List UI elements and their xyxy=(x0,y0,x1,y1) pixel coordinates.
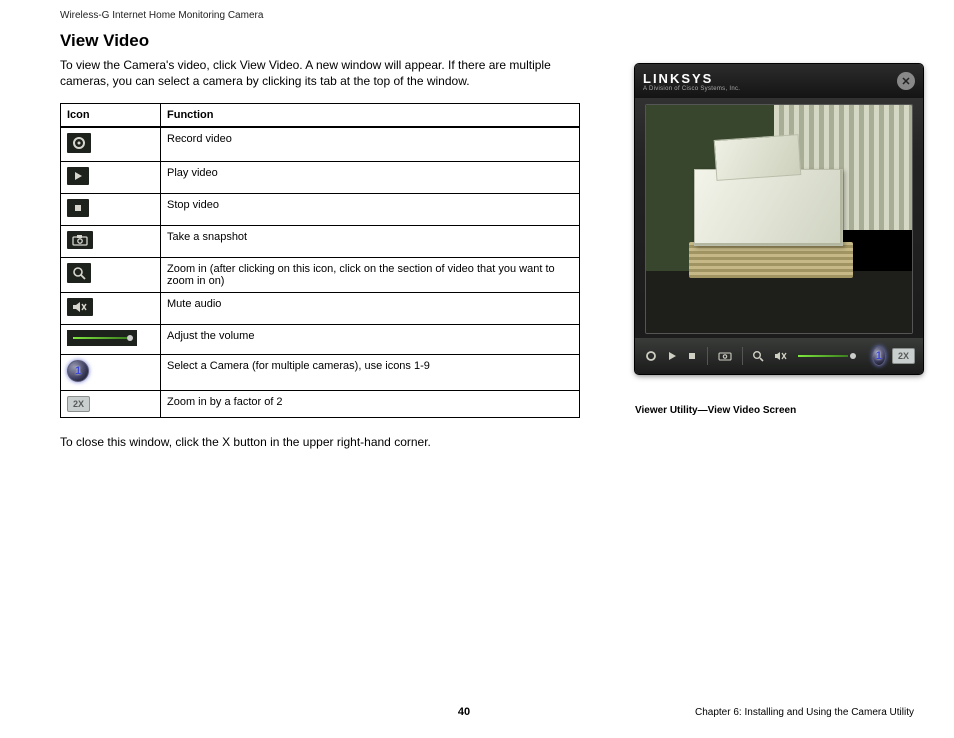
row-func: Zoom in (after clicking on this icon, cl… xyxy=(161,258,580,293)
volume-slider-icon xyxy=(67,330,137,346)
record-icon xyxy=(67,133,91,153)
zoom-icon xyxy=(67,263,91,283)
zoom-button[interactable] xyxy=(750,348,766,364)
section-title: View Video xyxy=(60,31,894,51)
mute-button[interactable] xyxy=(772,349,790,363)
icon-function-table: Icon Function Record video Play video xyxy=(60,103,580,418)
viewer-controls: 2X xyxy=(635,338,923,374)
product-header: Wireless-G Internet Home Monitoring Came… xyxy=(60,10,894,21)
col-header-function: Function xyxy=(161,104,580,128)
figure-caption: Viewer Utility—View Video Screen xyxy=(635,405,796,416)
play-button[interactable] xyxy=(665,349,679,363)
chapter-label: Chapter 6: Installing and Using the Came… xyxy=(695,707,914,718)
row-func: Stop video xyxy=(161,194,580,226)
stop-button[interactable] xyxy=(685,349,699,363)
mute-icon xyxy=(67,298,93,316)
snapshot-icon xyxy=(67,231,93,249)
table-row: Take a snapshot xyxy=(61,226,580,258)
video-feed xyxy=(645,104,913,334)
zoom-2x-icon: 2X xyxy=(67,396,90,412)
close-icon[interactable]: ✕ xyxy=(897,72,915,90)
snapshot-button[interactable] xyxy=(716,349,734,363)
table-row: Mute audio xyxy=(61,293,580,325)
intro-text: To view the Camera's video, click View V… xyxy=(60,57,590,89)
row-func: Select a Camera (for multiple cameras), … xyxy=(161,355,580,391)
zoom-2x-button[interactable]: 2X xyxy=(892,348,915,364)
row-func: Play video xyxy=(161,162,580,194)
table-row: Record video xyxy=(61,127,580,162)
stop-icon xyxy=(67,199,89,217)
linksys-logo: LINKSYS A Division of Cisco Systems, Inc… xyxy=(643,71,740,92)
play-icon xyxy=(67,167,89,185)
row-func: Adjust the volume xyxy=(161,325,580,355)
table-row: Adjust the volume xyxy=(61,325,580,355)
camera-select-button[interactable] xyxy=(872,346,886,366)
table-row: 2X Zoom in by a factor of 2 xyxy=(61,391,580,418)
col-header-icon: Icon xyxy=(61,104,161,128)
camera-number-icon xyxy=(67,360,89,382)
row-func: Take a snapshot xyxy=(161,226,580,258)
table-row: Select a Camera (for multiple cameras), … xyxy=(61,355,580,391)
trailer-text: To close this window, click the X button… xyxy=(60,434,590,450)
row-func: Zoom in by a factor of 2 xyxy=(161,391,580,418)
row-func: Record video xyxy=(161,127,580,162)
volume-slider[interactable] xyxy=(796,348,859,364)
video-viewer-window: LINKSYS A Division of Cisco Systems, Inc… xyxy=(635,64,923,374)
table-row: Play video xyxy=(61,162,580,194)
record-button[interactable] xyxy=(643,348,659,364)
table-row: Stop video xyxy=(61,194,580,226)
page-number: 40 xyxy=(458,706,470,718)
row-func: Mute audio xyxy=(161,293,580,325)
table-row: Zoom in (after clicking on this icon, cl… xyxy=(61,258,580,293)
